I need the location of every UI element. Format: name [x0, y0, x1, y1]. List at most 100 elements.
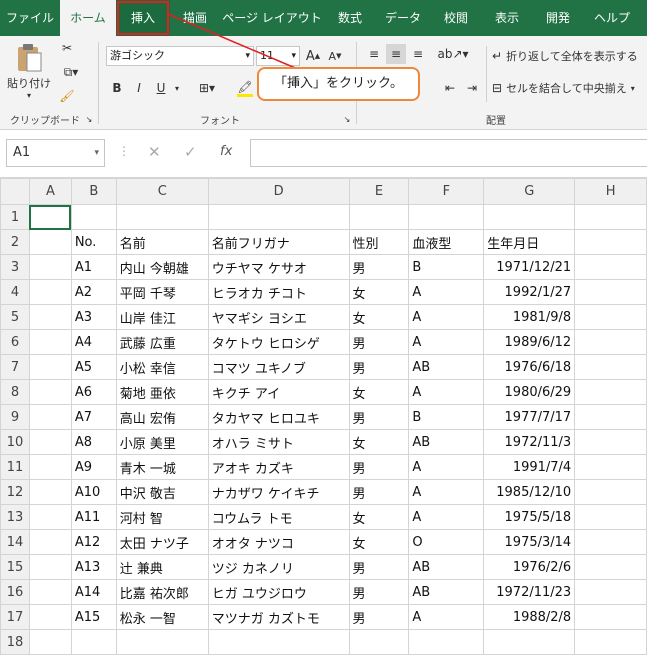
column-header-G[interactable]: G	[483, 178, 576, 205]
cell-E15[interactable]: 男	[348, 554, 410, 580]
cell-D18[interactable]	[207, 629, 350, 655]
cell-C6[interactable]: 武藤 広重	[115, 329, 209, 355]
formula-input[interactable]	[250, 139, 647, 167]
cell-B15[interactable]: A13	[70, 554, 117, 580]
row-header[interactable]: 17	[0, 604, 30, 630]
cell-F11[interactable]: A	[408, 454, 485, 480]
cell-B7[interactable]: A5	[70, 354, 117, 380]
row-header[interactable]: 11	[0, 454, 30, 480]
cell-C16[interactable]: 比嘉 祐次郎	[115, 579, 209, 605]
cell-C15[interactable]: 辻 兼典	[115, 554, 209, 580]
cell-H4[interactable]	[574, 279, 647, 305]
cell-B14[interactable]: A12	[70, 529, 117, 555]
cell-C11[interactable]: 青木 一城	[115, 454, 209, 480]
row-header[interactable]: 5	[0, 304, 30, 330]
cell-G4[interactable]: 1992/1/27	[483, 279, 576, 305]
cell-A12[interactable]	[28, 479, 72, 505]
cell-D4[interactable]: ヒラオカ チコト	[207, 279, 350, 305]
cell-C8[interactable]: 菊地 亜依	[115, 379, 209, 405]
row-header[interactable]: 18	[0, 629, 30, 655]
cell-G6[interactable]: 1989/6/12	[483, 329, 576, 355]
cell-B18[interactable]	[70, 629, 117, 655]
cell-A2[interactable]	[28, 229, 72, 255]
cell-F5[interactable]: A	[408, 304, 485, 330]
cell-E11[interactable]: 男	[348, 454, 410, 480]
cell-G14[interactable]: 1975/3/14	[483, 529, 576, 555]
cell-D9[interactable]: タカヤマ ヒロユキ	[207, 404, 350, 430]
cancel-icon[interactable]: ✕	[148, 143, 161, 161]
cell-C5[interactable]: 山岸 佳江	[115, 304, 209, 330]
cell-G11[interactable]: 1991/7/4	[483, 454, 576, 480]
cell-H18[interactable]	[574, 629, 647, 655]
cell-G5[interactable]: 1981/9/8	[483, 304, 576, 330]
cell-B2[interactable]: No.	[70, 229, 117, 255]
cell-A3[interactable]	[28, 254, 72, 280]
cell-D17[interactable]: マツナガ カズトモ	[207, 604, 350, 630]
cell-B16[interactable]: A14	[70, 579, 117, 605]
cell-E5[interactable]: 女	[348, 304, 410, 330]
cell-F10[interactable]: AB	[408, 429, 485, 455]
cell-G2[interactable]: 生年月日	[483, 229, 576, 255]
cell-G13[interactable]: 1975/5/18	[483, 504, 576, 530]
cell-D1[interactable]	[207, 204, 350, 230]
cell-E2[interactable]: 性別	[348, 229, 410, 255]
cell-H17[interactable]	[574, 604, 647, 630]
cell-H11[interactable]	[574, 454, 647, 480]
cell-E3[interactable]: 男	[348, 254, 410, 280]
cell-E4[interactable]: 女	[348, 279, 410, 305]
cell-G3[interactable]: 1971/12/21	[483, 254, 576, 280]
cell-B8[interactable]: A6	[70, 379, 117, 405]
column-header-C[interactable]: C	[115, 178, 209, 205]
cell-A15[interactable]	[28, 554, 72, 580]
cell-C1[interactable]	[115, 204, 209, 230]
cell-H16[interactable]	[574, 579, 647, 605]
cell-C14[interactable]: 太田 ナツ子	[115, 529, 209, 555]
row-header[interactable]: 13	[0, 504, 30, 530]
row-header[interactable]: 8	[0, 379, 30, 405]
cell-H8[interactable]	[574, 379, 647, 405]
cell-B3[interactable]: A1	[70, 254, 117, 280]
cell-G17[interactable]: 1988/2/8	[483, 604, 576, 630]
cell-H15[interactable]	[574, 554, 647, 580]
cell-G8[interactable]: 1980/6/29	[483, 379, 576, 405]
cell-E17[interactable]: 男	[348, 604, 410, 630]
cell-A6[interactable]	[28, 329, 72, 355]
row-header[interactable]: 9	[0, 404, 30, 430]
cell-G16[interactable]: 1972/11/23	[483, 579, 576, 605]
cell-D2[interactable]: 名前フリガナ	[207, 229, 350, 255]
column-header-A[interactable]: A	[28, 178, 72, 205]
row-header[interactable]: 3	[0, 254, 30, 280]
cell-G15[interactable]: 1976/2/6	[483, 554, 576, 580]
cell-G1[interactable]	[483, 204, 576, 230]
enter-icon[interactable]: ✓	[184, 143, 197, 161]
select-all-corner[interactable]	[0, 178, 30, 205]
more-options-icon[interactable]: ⋮	[118, 144, 130, 158]
cell-G9[interactable]: 1977/7/17	[483, 404, 576, 430]
row-header[interactable]: 16	[0, 579, 30, 605]
cell-F15[interactable]: AB	[408, 554, 485, 580]
cell-G12[interactable]: 1985/12/10	[483, 479, 576, 505]
cell-H2[interactable]	[574, 229, 647, 255]
column-header-E[interactable]: E	[348, 178, 410, 205]
row-header[interactable]: 14	[0, 529, 30, 555]
cell-D3[interactable]: ウチヤマ ケサオ	[207, 254, 350, 280]
cell-A9[interactable]	[28, 404, 72, 430]
cell-F18[interactable]	[408, 629, 485, 655]
cell-E6[interactable]: 男	[348, 329, 410, 355]
cell-B9[interactable]: A7	[70, 404, 117, 430]
cell-C4[interactable]: 平岡 千琴	[115, 279, 209, 305]
insert-function-button[interactable]: fx	[220, 144, 232, 159]
cell-H3[interactable]	[574, 254, 647, 280]
cell-F9[interactable]: B	[408, 404, 485, 430]
row-header[interactable]: 7	[0, 354, 30, 380]
cell-A4[interactable]	[28, 279, 72, 305]
cell-H10[interactable]	[574, 429, 647, 455]
cell-B4[interactable]: A2	[70, 279, 117, 305]
cell-B12[interactable]: A10	[70, 479, 117, 505]
cell-A1[interactable]	[28, 204, 72, 230]
cell-E9[interactable]: 男	[348, 404, 410, 430]
cell-C12[interactable]: 中沢 敬吉	[115, 479, 209, 505]
cell-C13[interactable]: 河村 智	[115, 504, 209, 530]
cell-A11[interactable]	[28, 454, 72, 480]
cell-F14[interactable]: O	[408, 529, 485, 555]
